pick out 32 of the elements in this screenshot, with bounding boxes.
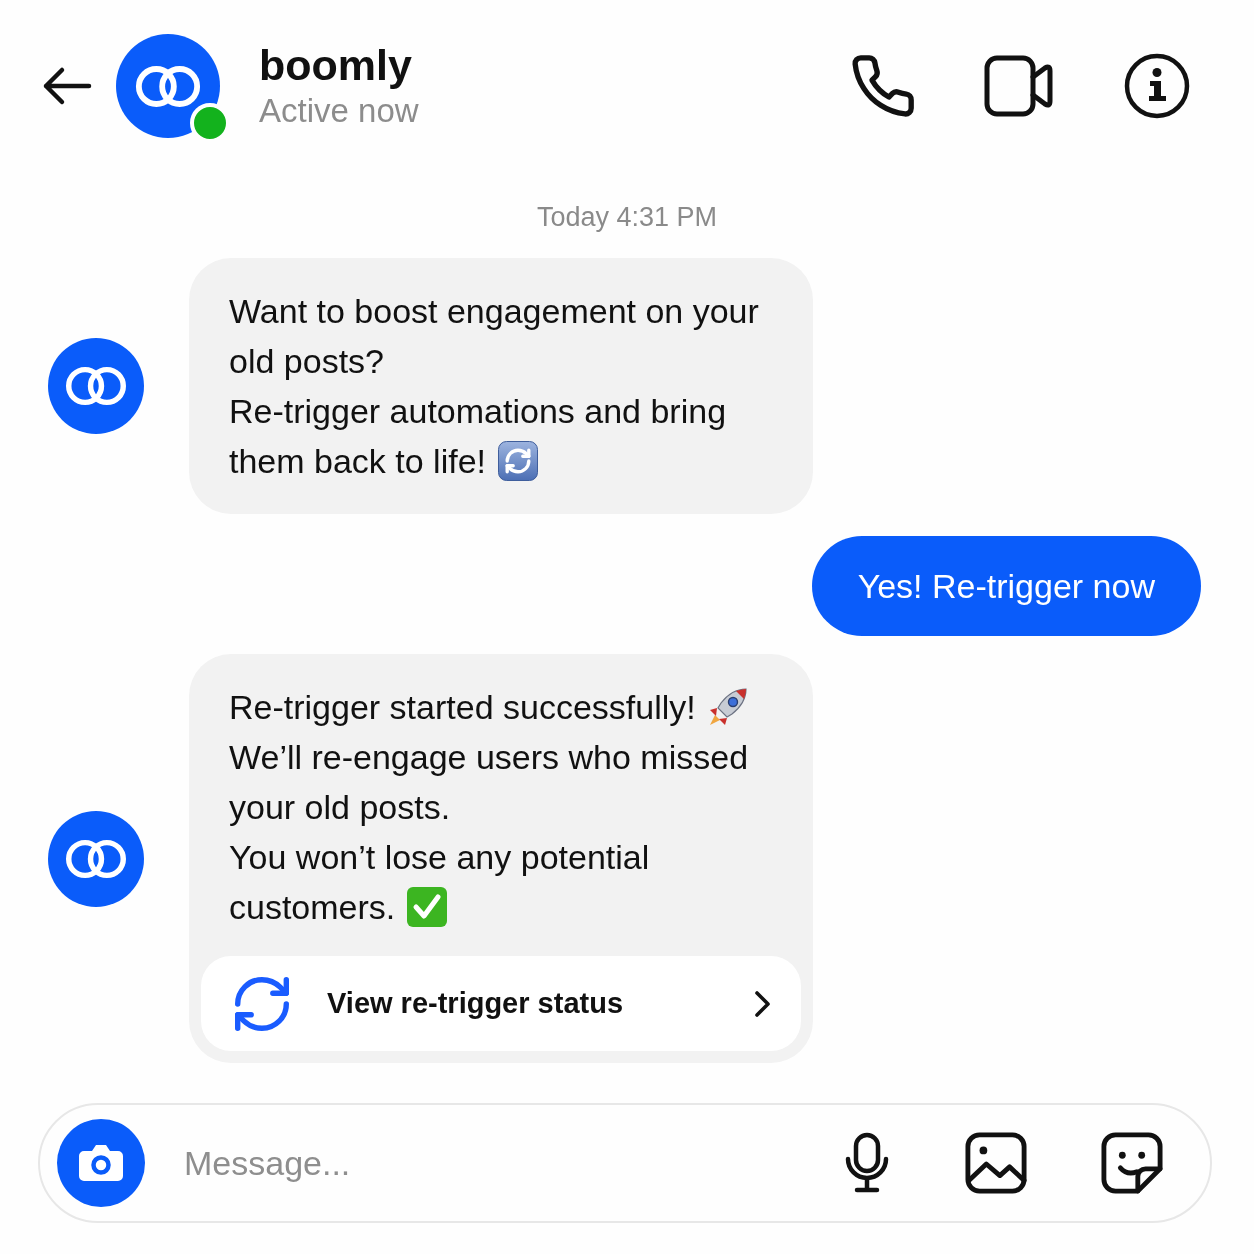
message-text: We’ll re-engage users who missed: [229, 737, 749, 778]
message-text: Want to boost engagement on your: [229, 291, 759, 332]
rings-icon: [64, 838, 128, 879]
message-text: them back to life!: [229, 441, 486, 482]
rings-icon: [64, 366, 128, 406]
sticker-icon[interactable]: [1101, 1132, 1163, 1194]
status-button[interactable]: View re-trigger status: [201, 956, 801, 1051]
message-text: customers.: [229, 887, 396, 928]
message-text: Re-trigger started successfully!: [229, 687, 696, 728]
contact-name: boomly: [259, 40, 412, 90]
rings-icon: [134, 64, 202, 108]
message-text: your old posts.: [229, 787, 451, 828]
chevron-icon: [753, 989, 771, 1018]
info-icon[interactable]: [1124, 53, 1190, 119]
refresh-icon: [235, 976, 289, 1031]
video-camera-icon[interactable]: [984, 55, 1054, 117]
image-icon[interactable]: [965, 1132, 1027, 1194]
message-text: You won’t lose any potential: [229, 837, 650, 878]
check-mark-icon: [407, 887, 448, 927]
message-text: Yes! Re-trigger now: [857, 566, 1155, 607]
camera-icon: [78, 1144, 124, 1182]
phone-icon[interactable]: [852, 55, 914, 117]
back-arrow-icon[interactable]: [42, 66, 92, 106]
refresh-icon: [498, 441, 538, 481]
rocket-icon: [707, 687, 748, 727]
status-text: Active now: [259, 91, 419, 131]
microphone-icon[interactable]: [843, 1132, 891, 1194]
timestamp: Today 4:31 PM: [536, 201, 718, 234]
message-text: Re-trigger automations and bring: [229, 391, 727, 432]
camera-button[interactable]: [57, 1119, 145, 1207]
message-input[interactable]: Message...: [184, 1138, 813, 1188]
message-text: old posts?: [229, 341, 384, 382]
